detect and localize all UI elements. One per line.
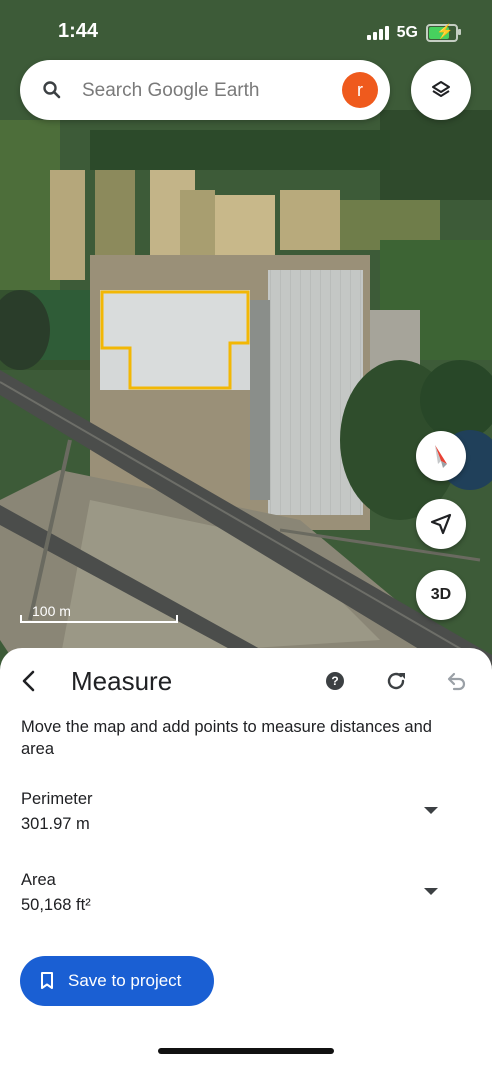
scale-label: 100 m [32, 603, 71, 619]
area-label: Area [21, 871, 56, 889]
measure-instructions: Move the map and add points to measure d… [21, 718, 432, 758]
save-to-project-button[interactable]: Save to project [20, 956, 214, 1006]
location-arrow-icon [430, 513, 452, 535]
network-type: 5G [396, 24, 418, 41]
dropdown-icon[interactable] [424, 888, 438, 895]
save-button-label: Save to project [68, 971, 182, 990]
measure-panel: Measure ? Move the map and add points to… [0, 648, 492, 1065]
perimeter-value: 301.97 m [21, 815, 90, 833]
scale-bar: 100 m [20, 603, 178, 623]
back-chevron-icon[interactable] [16, 668, 42, 694]
search-bar[interactable]: Search Google Earth r [20, 60, 390, 120]
perimeter-section: Perimeter 301.97 m [21, 790, 93, 834]
area-section: Area 50,168 ft² [21, 871, 91, 915]
avatar[interactable]: r [342, 72, 378, 108]
3d-toggle-button[interactable]: 3D [416, 570, 466, 620]
layers-button[interactable] [411, 60, 471, 120]
search-placeholder: Search Google Earth [82, 80, 260, 101]
battery-icon: ⚡ [426, 23, 461, 42]
perimeter-label: Perimeter [21, 790, 93, 808]
signal-icon [366, 26, 389, 40]
undo-icon[interactable] [445, 670, 467, 692]
search-icon [43, 81, 61, 99]
bookmark-icon [41, 972, 53, 989]
status-time: 1:44 [58, 20, 99, 42]
home-indicator[interactable] [158, 1048, 334, 1054]
status-bar: 1:44 5G ⚡ [0, 0, 492, 60]
my-location-button[interactable] [416, 499, 466, 549]
panel-title: Measure [71, 666, 173, 696]
refresh-icon[interactable] [385, 670, 407, 692]
dropdown-icon[interactable] [424, 807, 438, 814]
layers-icon [432, 81, 450, 97]
compass-icon [435, 445, 447, 468]
help-icon[interactable]: ? [326, 672, 344, 690]
area-value: 50,168 ft² [21, 896, 91, 914]
compass-button[interactable] [416, 431, 466, 481]
